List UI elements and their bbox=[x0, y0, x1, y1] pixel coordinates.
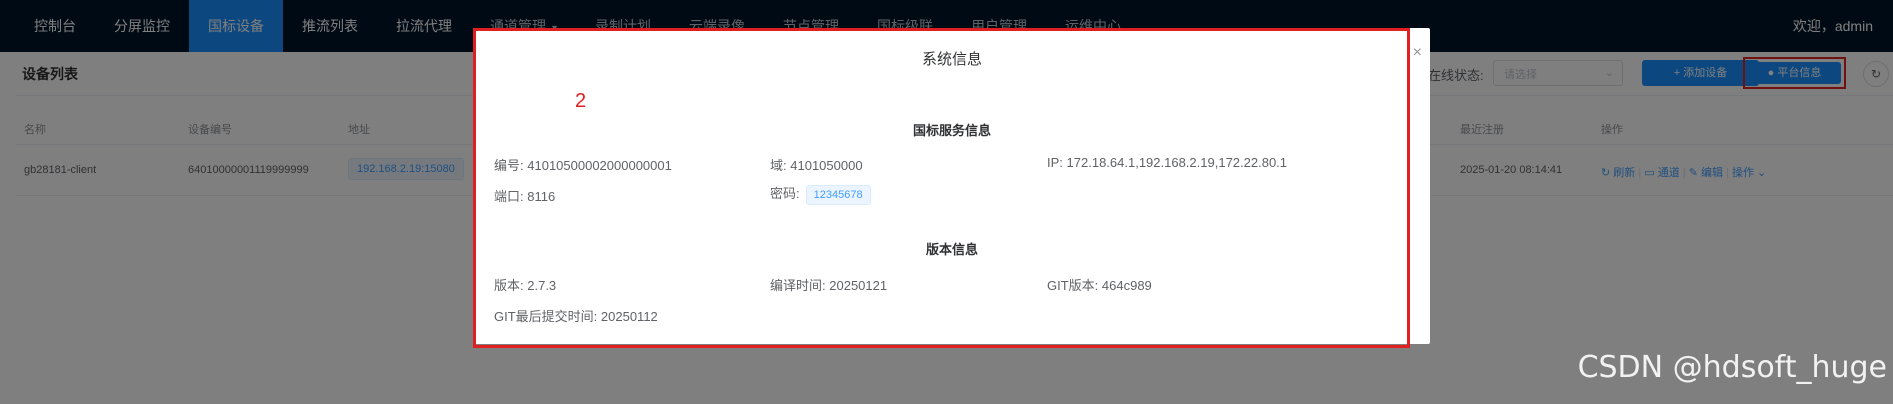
annotation-frame bbox=[473, 28, 1410, 348]
annotation-number: 2 bbox=[575, 90, 587, 112]
watermark: CSDN @hdsoft_huge bbox=[1577, 350, 1887, 385]
close-icon[interactable]: × bbox=[1413, 44, 1422, 62]
